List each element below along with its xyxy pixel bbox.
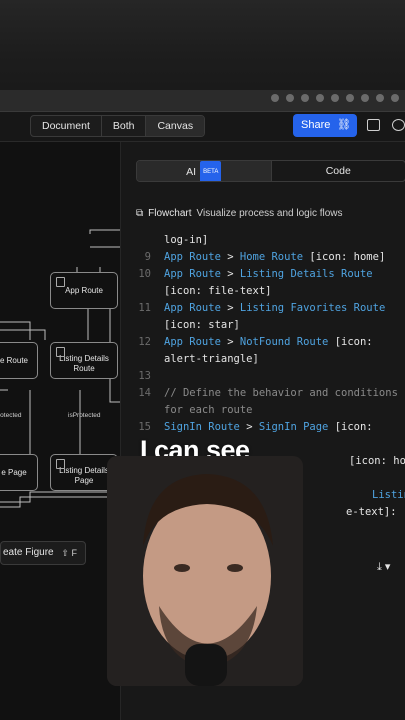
create-figure-button[interactable]: eate Figure ⇧ F xyxy=(0,541,86,565)
node-listing-details-route[interactable]: Listing Details Route xyxy=(50,342,118,379)
diagram-type-description: Visualize process and logic flows xyxy=(196,208,343,219)
user-icon[interactable] xyxy=(392,119,405,131)
share-label: Share xyxy=(301,119,331,131)
code-text: Listing xyxy=(372,489,405,501)
node-label: e Page xyxy=(1,467,27,477)
diagram-canvas[interactable]: App Route e Route Listing Details Route … xyxy=(0,142,120,720)
code-text: alert-triangle] xyxy=(164,353,259,365)
code-text: App Route > Listing Favorites Route xyxy=(164,302,386,314)
line-number: 12 xyxy=(138,336,151,348)
app-toolbar: Document Both Canvas Share ⛓ xyxy=(0,112,405,142)
flowchart-icon: ⧉ xyxy=(136,208,144,219)
line-number: 15 xyxy=(138,421,151,433)
diagram-edges xyxy=(0,229,120,508)
extension-icon[interactable] xyxy=(346,94,354,102)
extension-icon[interactable] xyxy=(316,94,324,102)
node-label: App Route xyxy=(65,285,103,295)
edge-label: rotected xyxy=(0,412,22,419)
extension-icon[interactable] xyxy=(331,94,339,102)
presenter-face xyxy=(107,456,303,686)
extension-icon[interactable] xyxy=(286,94,294,102)
tab-code[interactable]: Code xyxy=(272,161,405,181)
code-text: log-in] xyxy=(164,234,209,246)
webcam-overlay xyxy=(107,456,303,686)
node-app-route[interactable]: App Route xyxy=(50,272,118,309)
extension-icon[interactable] xyxy=(361,94,369,102)
diagram-type-selector[interactable]: ⧉ Flowchart Visualize process and logic … xyxy=(136,208,343,219)
code-text: App Route > Home Route [icon: home] xyxy=(164,251,386,263)
panel-tabs: AI BETA Code xyxy=(136,160,405,182)
file-text-icon xyxy=(56,347,65,357)
view-mode-canvas[interactable]: Canvas xyxy=(146,116,205,136)
node-home-route[interactable]: e Route xyxy=(0,342,38,379)
line-number: 9 xyxy=(144,251,151,263)
file-icon xyxy=(56,277,65,287)
node-home-page[interactable]: e Page xyxy=(0,454,38,491)
browser-extension-icons xyxy=(271,94,399,102)
code-text: // Define the behavior and conditions xyxy=(164,387,398,399)
code-text: for each route xyxy=(164,404,253,416)
code-text: App Route > NotFound Route [icon: xyxy=(164,336,373,348)
tab-ai[interactable]: AI BETA xyxy=(137,161,272,181)
code-text: SignIn Route > SignIn Page [icon: xyxy=(164,421,373,433)
tab-ai-label: AI xyxy=(186,166,197,178)
code-text: [icon: home]: xyxy=(349,455,405,467)
comment-icon[interactable] xyxy=(367,119,380,131)
file-text-icon xyxy=(56,459,65,469)
diagram-type-title: Flowchart xyxy=(148,208,192,219)
line-number: 13 xyxy=(138,370,151,382)
code-text: App Route > Listing Details Route xyxy=(164,268,373,280)
keyboard-shortcut: ⇧ F xyxy=(61,548,77,558)
line-number: 11 xyxy=(138,302,151,314)
background-blur xyxy=(0,0,405,90)
link-icon: ⛓ xyxy=(337,119,351,131)
extension-icon[interactable] xyxy=(376,94,384,102)
edge-label: isProtected xyxy=(68,412,101,419)
line-number: 10 xyxy=(138,268,151,280)
extension-icon[interactable] xyxy=(301,94,309,102)
share-button[interactable]: Share ⛓ xyxy=(293,114,357,137)
code-text: [icon: file-text] xyxy=(164,285,272,297)
line-number: 14 xyxy=(138,387,151,399)
extension-icon[interactable] xyxy=(271,94,279,102)
extension-icon[interactable] xyxy=(391,94,399,102)
view-mode-toggle: Document Both Canvas xyxy=(30,115,206,137)
view-mode-both[interactable]: Both xyxy=(102,116,147,136)
download-button[interactable]: ⤓ ▾ xyxy=(377,560,390,574)
node-label: e Route xyxy=(0,355,29,365)
browser-toolbar xyxy=(0,90,405,112)
create-label: eate Figure xyxy=(3,547,54,558)
beta-badge: BETA xyxy=(200,161,222,181)
code-text: [icon: star] xyxy=(164,319,240,331)
view-mode-document[interactable]: Document xyxy=(31,116,102,136)
code-text: e-text]: xyxy=(346,506,397,518)
